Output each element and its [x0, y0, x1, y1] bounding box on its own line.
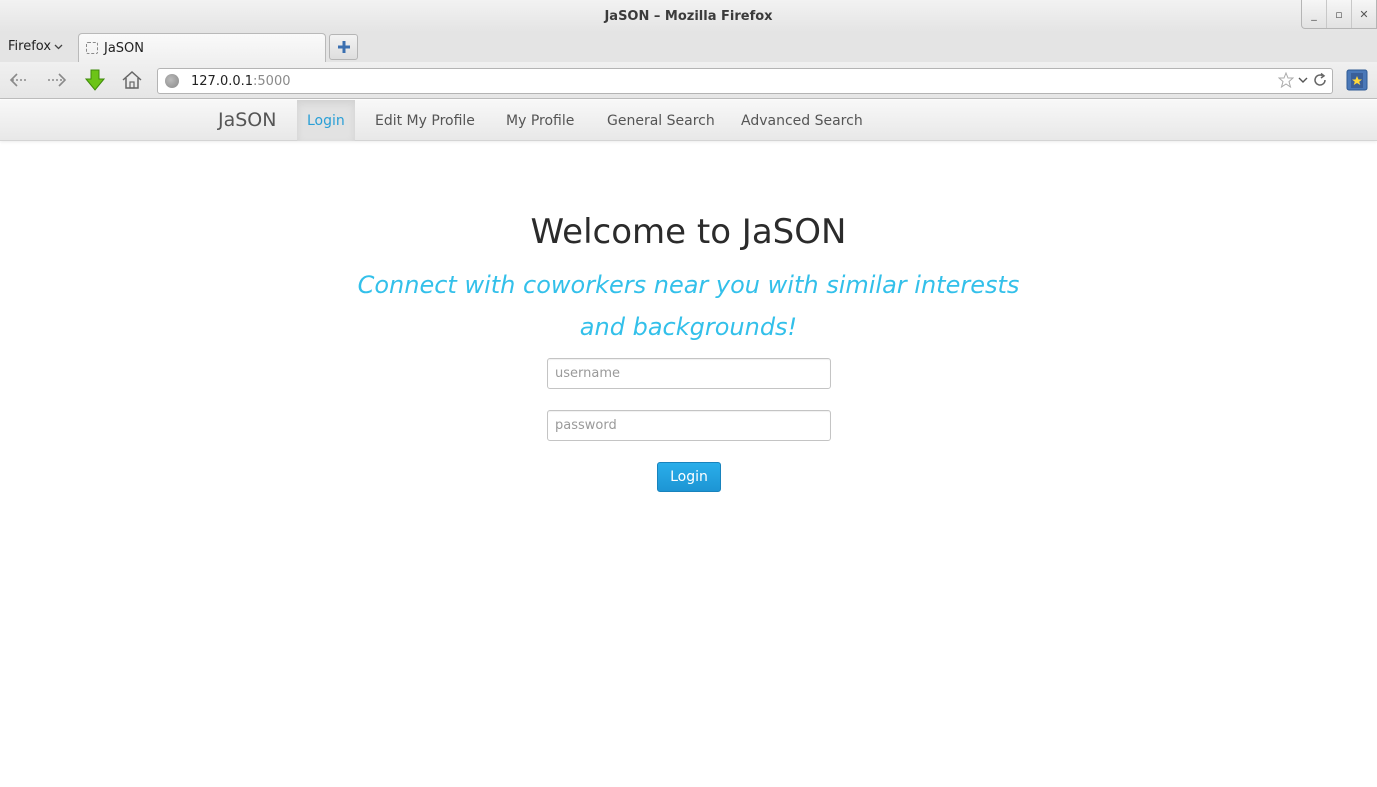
- minimize-icon[interactable]: _: [1302, 0, 1326, 28]
- nav-link-my-profile[interactable]: My Profile: [496, 100, 584, 141]
- chevron-down-icon[interactable]: [1298, 77, 1308, 84]
- tab-label: JaSON: [104, 40, 145, 56]
- page-title: Welcome to JaSON: [530, 212, 847, 252]
- url-host: 127.0.0.1: [191, 73, 254, 89]
- new-tab-button[interactable]: [329, 34, 358, 60]
- nav-link-general-search[interactable]: General Search: [597, 100, 725, 141]
- window-titlebar: JaSON – Mozilla Firefox _ ▫ ✕: [0, 0, 1377, 33]
- nav-link-login[interactable]: Login: [297, 100, 355, 141]
- firefox-menu-button[interactable]: Firefox: [8, 39, 63, 54]
- address-bar[interactable]: 127.0.0.1:5000: [157, 68, 1333, 94]
- home-icon: [122, 70, 142, 89]
- username-input[interactable]: [547, 358, 831, 389]
- window-title: JaSON – Mozilla Firefox: [604, 9, 773, 24]
- forward-arrow-icon: [48, 73, 67, 87]
- forward-button[interactable]: [44, 68, 70, 92]
- password-input[interactable]: [547, 410, 831, 441]
- chevron-down-icon: [54, 44, 63, 49]
- site-brand[interactable]: JaSON: [218, 109, 276, 131]
- nav-link-advanced-search[interactable]: Advanced Search: [731, 100, 873, 141]
- back-arrow-icon: [9, 73, 28, 87]
- plus-icon: [337, 41, 350, 53]
- url-port: :5000: [253, 73, 291, 89]
- window-controls: _ ▫ ✕: [1301, 0, 1377, 29]
- bookmark-star-icon[interactable]: [1278, 72, 1294, 88]
- tab-strip: Firefox JaSON: [0, 33, 1377, 62]
- page-tagline: Connect with coworkers near you with sim…: [357, 271, 1020, 341]
- download-arrow-icon: [85, 69, 105, 91]
- back-button[interactable]: [6, 68, 32, 92]
- navigation-toolbar: 127.0.0.1:5000: [0, 62, 1377, 99]
- bookmarks-menu-icon[interactable]: [1346, 69, 1368, 91]
- address-bar-actions: [1278, 72, 1328, 88]
- login-form: Login: [547, 358, 831, 492]
- browser-tab[interactable]: JaSON: [78, 33, 326, 62]
- globe-icon: [165, 74, 179, 88]
- downloads-button[interactable]: [82, 68, 108, 92]
- maximize-icon[interactable]: ▫: [1326, 0, 1351, 28]
- close-icon[interactable]: ✕: [1351, 0, 1376, 28]
- reload-icon[interactable]: [1312, 72, 1328, 88]
- site-navbar: JaSON Login Edit My Profile My Profile G…: [0, 100, 1377, 141]
- hero-section: Welcome to JaSON Connect with coworkers …: [0, 200, 1377, 348]
- page-favicon-icon: [86, 42, 98, 54]
- firefox-menu-label: Firefox: [8, 39, 52, 54]
- nav-link-edit-my-profile[interactable]: Edit My Profile: [365, 100, 485, 141]
- home-button[interactable]: [119, 68, 145, 92]
- login-button[interactable]: Login: [657, 462, 721, 492]
